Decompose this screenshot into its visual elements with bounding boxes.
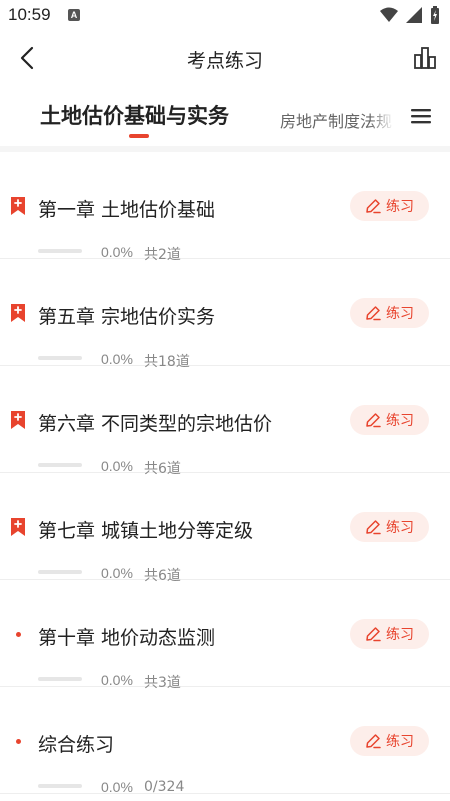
progress-bar [38, 677, 82, 681]
progress-percent: 0.0% [101, 565, 133, 581]
practice-button-label: 练习 [386, 413, 414, 429]
chapter-list-item[interactable]: 综合练习 练习 0.0% 0/324 [0, 687, 450, 795]
practice-button[interactable]: 练习 [350, 405, 429, 435]
wifi-icon [380, 7, 398, 22]
practice-button-label: 练习 [386, 520, 414, 536]
chapter-list-item[interactable]: 第一章 土地估价基础 练习 0.0% 共2道 [0, 152, 450, 263]
progress-bar [38, 249, 82, 253]
progress-percent: 0.0% [101, 351, 133, 367]
question-count: 0/324 [144, 779, 185, 795]
status-icons [380, 6, 440, 24]
progress-bar [38, 570, 82, 574]
status-time: 10:59 [8, 5, 51, 24]
progress-bar [38, 784, 82, 788]
practice-button[interactable]: 练习 [350, 619, 429, 649]
stats-chart-icon[interactable] [412, 45, 438, 71]
pencil-icon [366, 199, 381, 214]
pencil-icon [366, 627, 381, 642]
practice-button[interactable]: 练习 [350, 512, 429, 542]
subject-tabs: 土地估价基础与实务 房地产制度法规 [0, 88, 450, 144]
nav-bar: 考点练习 [0, 32, 450, 84]
bookmark-plus-icon [11, 197, 25, 215]
practice-button-label: 练习 [386, 734, 414, 750]
pencil-icon [366, 413, 381, 428]
pencil-icon [366, 306, 381, 321]
progress-percent: 0.0% [101, 779, 133, 795]
bullet-dot-icon [16, 739, 21, 744]
menu-icon[interactable] [410, 106, 432, 126]
chapter-list: 第一章 土地估价基础 练习 0.0% 共2道 第五章 宗地估价实务 练习 0.0… [0, 152, 450, 795]
bookmark-plus-icon [11, 304, 25, 322]
bookmark-plus-icon [11, 411, 25, 429]
chapter-title: 第七章 城镇土地分等定级 [38, 520, 254, 542]
bullet-dot-icon [16, 632, 21, 637]
practice-button[interactable]: 练习 [350, 298, 429, 328]
chapter-list-item[interactable]: 第七章 城镇土地分等定级 练习 0.0% 共6道 [0, 473, 450, 584]
chapter-title: 第六章 不同类型的宗地估价 [38, 413, 273, 435]
practice-button[interactable]: 练习 [350, 191, 429, 221]
progress-percent: 0.0% [101, 672, 133, 688]
tab-fade-overlay [370, 102, 394, 132]
practice-button-label: 练习 [386, 199, 414, 215]
chapter-title: 第五章 宗地估价实务 [38, 306, 216, 328]
bookmark-plus-icon [11, 518, 25, 536]
tab-active-subject[interactable]: 土地估价基础与实务 [40, 100, 229, 130]
progress-percent: 0.0% [101, 458, 133, 474]
battery-charging-icon [431, 6, 439, 24]
signal-icon [406, 7, 422, 23]
chapter-list-item[interactable]: 第十章 地价动态监测 练习 0.0% 共3道 [0, 580, 450, 691]
chapter-list-item[interactable]: 第五章 宗地估价实务 练习 0.0% 共18道 [0, 259, 450, 370]
status-bar: 10:59 A [0, 0, 450, 32]
pencil-icon [366, 734, 381, 749]
progress-percent: 0.0% [101, 244, 133, 260]
chapter-title: 第十章 地价动态监测 [38, 627, 216, 649]
practice-button-label: 练习 [386, 306, 414, 322]
chapter-title: 第一章 土地估价基础 [38, 199, 216, 221]
practice-button[interactable]: 练习 [350, 726, 429, 756]
progress-bar [38, 356, 82, 360]
progress-bar [38, 463, 82, 467]
chapter-title: 综合练习 [38, 734, 115, 756]
practice-button-label: 练习 [386, 627, 414, 643]
page-title: 考点练习 [186, 50, 263, 72]
notification-badge-icon: A [68, 9, 80, 21]
tab-active-indicator [129, 134, 149, 138]
chapter-list-item[interactable]: 第六章 不同类型的宗地估价 练习 0.0% 共6道 [0, 366, 450, 477]
pencil-icon [366, 520, 381, 535]
